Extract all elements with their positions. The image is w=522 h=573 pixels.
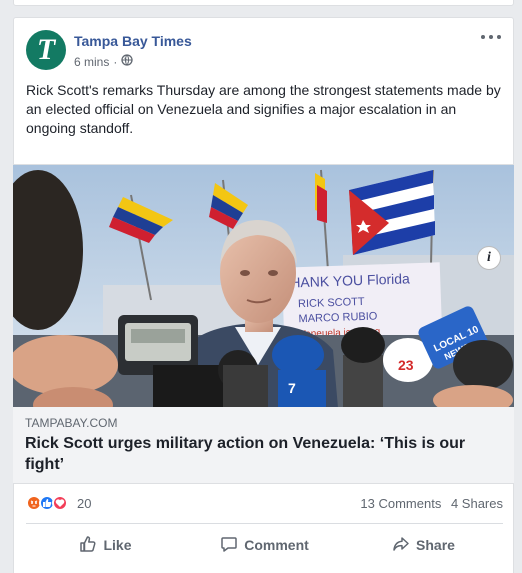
reaction-icons[interactable] (26, 495, 68, 511)
link-domain: TAMPABAY.COM (25, 416, 118, 430)
actions-divider (26, 523, 503, 524)
comment-icon (220, 535, 244, 556)
post-actions-bar: Like Comment Share (26, 527, 503, 563)
share-arrow-icon (392, 535, 416, 556)
meta-separator: · (113, 54, 118, 69)
info-icon[interactable]: i (477, 246, 501, 270)
post-message: Rick Scott's remarks Thursday are among … (26, 82, 501, 136)
love-reaction-icon (52, 495, 68, 511)
engagement-counts: 13 Comments 4 Shares (360, 496, 503, 511)
svg-text:23: 23 (398, 357, 414, 373)
comment-label: Comment (244, 537, 309, 553)
page-avatar[interactable]: T (26, 30, 66, 70)
globe-icon[interactable] (121, 54, 133, 69)
comment-button[interactable]: Comment (185, 527, 344, 563)
post-header: T Tampa Bay Times 6 mins · (26, 30, 501, 72)
reactions-summary: 20 13 Comments 4 Shares (26, 495, 503, 517)
page-name-link[interactable]: Tampa Bay Times (74, 33, 192, 49)
share-label: Share (416, 537, 455, 553)
post-meta: 6 mins · (74, 54, 133, 69)
comment-count-link[interactable]: 13 Comments (360, 496, 441, 511)
svg-text:RICK SCOTT: RICK SCOTT (298, 296, 365, 310)
share-button[interactable]: Share (344, 527, 503, 563)
like-button[interactable]: Like (26, 527, 185, 563)
news-feed-post: T Tampa Bay Times 6 mins · Rick Scott's … (13, 17, 514, 573)
link-preview-image[interactable]: HANK YOU Florida RICK SCOTT MARCO RUBIO … (13, 164, 514, 407)
share-count-link[interactable]: 4 Shares (451, 496, 503, 511)
previous-post-card-edge (13, 0, 514, 6)
reaction-count[interactable]: 20 (77, 496, 91, 511)
avatar-logo-letter: T (36, 33, 56, 66)
svg-text:7: 7 (288, 380, 296, 396)
link-preview-box[interactable]: TAMPABAY.COM Rick Scott urges military a… (13, 407, 514, 484)
like-label: Like (103, 537, 132, 553)
thumbs-up-icon (79, 535, 103, 556)
more-options-icon[interactable] (481, 30, 501, 44)
link-title[interactable]: Rick Scott urges military action on Vene… (25, 433, 495, 475)
post-timestamp[interactable]: 6 mins (74, 55, 109, 69)
